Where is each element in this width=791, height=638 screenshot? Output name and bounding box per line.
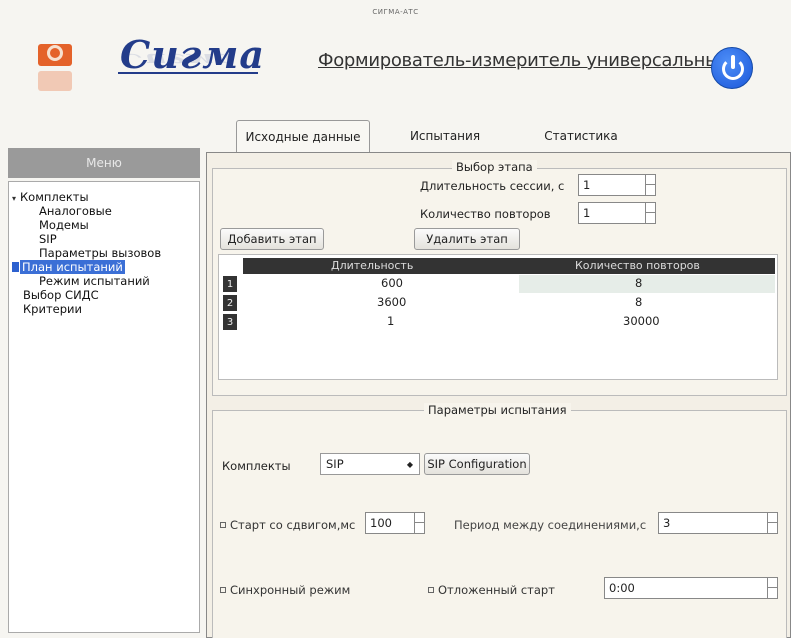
sidebar-item-sip[interactable]: SIP [39,232,57,246]
stage-group-title: Выбор этапа [452,160,537,174]
kits-label: Комплекты [222,459,291,473]
sidebar-tree: ▾ Комплекты Аналоговые Модемы SIP Парамет… [8,181,200,633]
stage-table[interactable]: Длительность Количество повторов 1 600 8… [218,254,778,380]
spin-arrows-icon[interactable] [767,513,778,533]
table-cell-repeats[interactable]: 30000 [623,314,660,328]
checkbox-icon[interactable] [220,522,226,528]
dropdown-arrow-icon: ◆ [406,460,413,469]
collapse-marker-icon [12,262,19,272]
sidebar-item-modems[interactable]: Модемы [39,218,89,232]
row-number[interactable]: 1 [223,276,237,292]
sip-configuration-button[interactable]: SIP Configuration [424,453,530,475]
checkbox-icon[interactable] [220,587,226,593]
app-subtitle: Формирователь-измеритель универсальный [318,50,731,71]
brand-underline [118,72,258,74]
delayed-start-time-field[interactable]: 0:00 [604,577,778,599]
shift-spinbox[interactable]: 100 [365,512,425,534]
table-header: Длительность Количество повторов [243,258,775,274]
sidebar-item-sids[interactable]: Выбор СИДС [23,288,99,302]
row-number[interactable]: 3 [223,314,237,330]
sidebar-item-analog[interactable]: Аналоговые [39,204,112,218]
sidebar-item-criteria[interactable]: Критерии [23,302,82,316]
repeats-label: Количество повторов [420,207,551,221]
session-duration-label: Длительность сессии, с [420,179,565,193]
period-spinbox[interactable]: 3 [658,512,778,534]
checkbox-icon[interactable] [428,587,434,593]
table-cell-repeats[interactable]: 8 [635,276,642,290]
window-title: СИГМА-АТС [372,8,419,16]
table-cell-duration[interactable]: 3600 [377,295,406,309]
repeats-spinbox[interactable]: 1 [578,202,656,224]
delayed-start-checkbox[interactable]: Отложенный старт [428,583,555,597]
row-highlight [519,275,775,293]
table-cell-repeats[interactable]: 8 [635,295,642,309]
sidebar-item-test-mode[interactable]: Режим испытаний [39,274,150,288]
remove-stage-button[interactable]: Удалить этап [414,228,520,250]
table-cell-duration[interactable]: 600 [381,276,403,290]
add-stage-button[interactable]: Добавить этап [220,228,324,250]
period-label: Период между соединениями,с [454,518,647,532]
power-button[interactable] [711,47,753,89]
brand-logo-reflection: Сигма [120,49,236,70]
column-header-duration[interactable]: Длительность [331,259,413,272]
spin-arrows-icon[interactable] [645,203,656,223]
session-duration-spinbox[interactable]: 1 [578,174,656,196]
shift-start-checkbox[interactable]: Старт со сдвигом,мс [220,518,355,532]
chevron-down-icon[interactable]: ▾ [12,192,20,206]
kits-select[interactable]: SIP ◆ [320,453,420,475]
test-params-group-title: Параметры испытания [424,403,571,417]
table-cell-duration[interactable]: 1 [387,314,394,328]
spin-arrows-icon[interactable] [414,513,425,533]
tab-source-data[interactable]: Исходные данные [236,120,370,152]
sidebar-item-test-plan[interactable]: План испытаний [12,260,125,274]
column-header-repeats[interactable]: Количество повторов [575,259,700,272]
tab-statistics[interactable]: Статистика [520,120,642,152]
spin-arrows-icon[interactable] [645,175,656,195]
spin-arrows-icon[interactable] [767,578,778,598]
sync-mode-checkbox[interactable]: Синхронный режим [220,583,350,597]
sidebar-item-call-params[interactable]: Параметры вызовов [39,246,161,260]
sidebar-title: Меню [8,148,200,178]
row-number[interactable]: 2 [223,295,237,311]
sigma-logo-icon [38,44,72,94]
tab-tests[interactable]: Испытания [390,120,500,152]
